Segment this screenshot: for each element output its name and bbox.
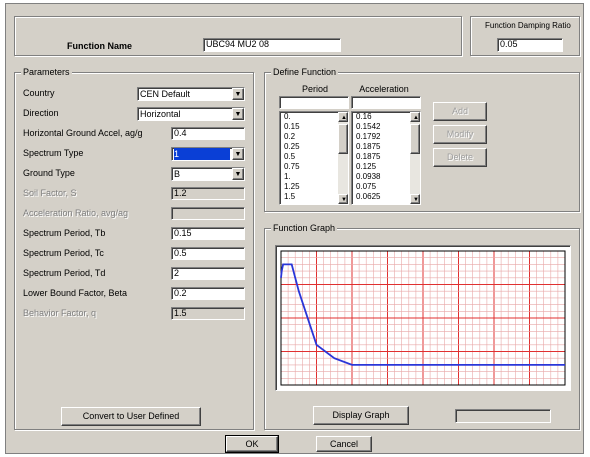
list-item[interactable]: 0.16 bbox=[354, 112, 410, 122]
parameter-dropdown[interactable]: B ▼ bbox=[171, 167, 245, 181]
cancel-button[interactable]: Cancel bbox=[316, 436, 372, 452]
parameter-input[interactable]: 0.5 bbox=[171, 247, 245, 260]
scrollbar-thumb[interactable] bbox=[338, 124, 348, 154]
chevron-down-icon[interactable]: ▼ bbox=[232, 168, 244, 180]
acceleration-list[interactable]: 0.16 0.1542 0.1792 0.1875 0.1875 0.125 0.0938 0… bbox=[351, 111, 421, 205]
scroll-up-icon[interactable]: ▲ bbox=[410, 112, 420, 122]
parameter-input[interactable]: 0.15 bbox=[171, 227, 245, 240]
parameters-group-label: Parameters bbox=[21, 67, 72, 78]
function-graph-svg bbox=[280, 250, 566, 386]
list-item[interactable]: 0.1875 bbox=[354, 152, 410, 162]
function-name-input[interactable]: UBC94 MU2 08 bbox=[203, 38, 341, 52]
display-graph-button[interactable]: Display Graph bbox=[313, 406, 409, 425]
list-item[interactable]: 0.75 bbox=[282, 162, 338, 172]
parameter-label: Soil Factor, S bbox=[23, 188, 77, 198]
acceleration-list-scrollbar[interactable]: ▲ ▼ bbox=[410, 112, 420, 204]
period-list-scrollbar[interactable]: ▲ ▼ bbox=[338, 112, 348, 204]
list-item[interactable]: 0.5 bbox=[282, 152, 338, 162]
damping-group: Function Damping Ratio 0.05 bbox=[470, 16, 580, 56]
parameter-label: Country bbox=[23, 88, 55, 98]
define-function-group: Define Function Period Acceleration 0. 0.… bbox=[264, 67, 580, 212]
list-item[interactable]: 0.1792 bbox=[354, 132, 410, 142]
parameter-input[interactable]: 0.2 bbox=[171, 287, 245, 300]
list-item[interactable]: 0.25 bbox=[282, 142, 338, 152]
parameter-label: Ground Type bbox=[23, 168, 75, 178]
list-item[interactable]: 0.0938 bbox=[354, 172, 410, 182]
period-list[interactable]: 0. 0.15 0.2 0.25 0.5 0.75 1. 1.25 1.5 ▲ ▼ bbox=[279, 111, 349, 205]
chevron-down-icon[interactable]: ▼ bbox=[232, 108, 244, 120]
parameter-label: Spectrum Period, Tc bbox=[23, 248, 104, 258]
define-function-group-label: Define Function bbox=[271, 67, 339, 78]
acceleration-column-header: Acceleration bbox=[359, 84, 409, 94]
function-name-group: Function Name UBC94 MU2 08 bbox=[14, 16, 462, 56]
acceleration-entry-input[interactable] bbox=[351, 96, 421, 109]
parameter-label: Direction bbox=[23, 108, 59, 118]
list-item[interactable]: 0.2 bbox=[282, 132, 338, 142]
list-item[interactable]: 1. bbox=[282, 172, 338, 182]
parameter-dropdown[interactable]: 1 ▼ bbox=[171, 147, 245, 161]
list-item[interactable]: 1.5 bbox=[282, 192, 338, 202]
dropdown-value: CEN Default bbox=[140, 89, 191, 99]
damping-label: Function Damping Ratio bbox=[485, 21, 571, 30]
parameter-label: Spectrum Type bbox=[23, 148, 84, 158]
function-name-label: Function Name bbox=[67, 41, 133, 51]
parameter-label: Spectrum Period, Tb bbox=[23, 228, 106, 238]
parameter-input[interactable]: 2 bbox=[171, 267, 245, 280]
list-item[interactable]: 0. bbox=[282, 112, 338, 122]
chevron-down-icon[interactable]: ▼ bbox=[232, 88, 244, 100]
damping-input[interactable]: 0.05 bbox=[497, 38, 563, 52]
list-item[interactable]: 0.1542 bbox=[354, 122, 410, 132]
list-item[interactable]: 0.0625 bbox=[354, 192, 410, 202]
ok-button[interactable]: OK bbox=[225, 435, 279, 453]
parameter-input[interactable]: 1.5 bbox=[171, 307, 245, 320]
list-item[interactable]: 0.125 bbox=[354, 162, 410, 172]
parameter-dropdown[interactable]: Horizontal ▼ bbox=[137, 107, 245, 121]
modify-button[interactable]: Modify bbox=[433, 125, 487, 144]
list-item[interactable]: 0.1875 bbox=[354, 142, 410, 152]
add-button[interactable]: Add bbox=[433, 102, 487, 121]
parameter-label: Lower Bound Factor, Beta bbox=[23, 288, 128, 298]
parameter-label: Horizontal Ground Accel, ag/g bbox=[23, 128, 143, 138]
dropdown-value: B bbox=[174, 169, 181, 179]
function-graph-plot bbox=[275, 245, 571, 391]
scroll-down-icon[interactable]: ▼ bbox=[410, 194, 420, 204]
parameter-label: Spectrum Period, Td bbox=[23, 268, 106, 278]
function-graph-group-label: Function Graph bbox=[271, 223, 338, 234]
parameter-input[interactable]: 0.4 bbox=[171, 127, 245, 140]
graph-status-field bbox=[455, 409, 551, 423]
parameter-label: Acceleration Ratio, avg/ag bbox=[23, 208, 129, 218]
parameter-input[interactable] bbox=[171, 207, 245, 220]
parameters-group: Parameters Country CEN Default ▼ Direction H… bbox=[14, 67, 254, 430]
scroll-up-icon[interactable]: ▲ bbox=[338, 112, 348, 122]
parameter-input[interactable]: 1.2 bbox=[171, 187, 245, 200]
list-item[interactable]: 0.15 bbox=[282, 122, 338, 132]
list-item[interactable]: 1.25 bbox=[282, 182, 338, 192]
dropdown-value: Horizontal bbox=[140, 109, 181, 119]
parameter-label: Behavior Factor, q bbox=[23, 308, 97, 318]
parameter-dropdown[interactable]: CEN Default ▼ bbox=[137, 87, 245, 101]
convert-to-user-defined-button[interactable]: Convert to User Defined bbox=[61, 407, 201, 426]
chevron-down-icon[interactable]: ▼ bbox=[232, 148, 244, 160]
period-entry-input[interactable] bbox=[279, 96, 349, 109]
list-item[interactable]: 0.075 bbox=[354, 182, 410, 192]
dropdown-value: 1 bbox=[174, 148, 230, 160]
scroll-down-icon[interactable]: ▼ bbox=[338, 194, 348, 204]
delete-button[interactable]: Delete bbox=[433, 148, 487, 167]
dialog-window: Function Name UBC94 MU2 08 Function Damp… bbox=[5, 3, 584, 454]
function-graph-group: Function Graph Display Graph bbox=[264, 223, 580, 430]
period-column-header: Period bbox=[301, 84, 328, 94]
scrollbar-thumb[interactable] bbox=[410, 124, 420, 154]
